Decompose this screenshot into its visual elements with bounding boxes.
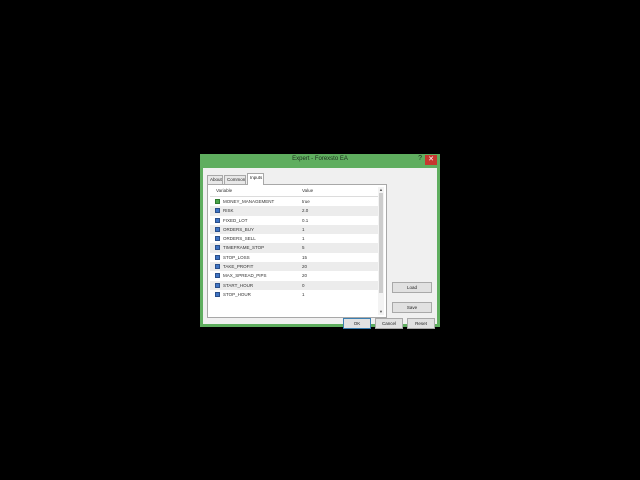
number-icon: [215, 264, 220, 270]
table-row[interactable]: ORDERS_BUY 1: [210, 224, 378, 235]
row-variable: MAX_SPREAD_PIPS: [223, 273, 267, 279]
number-icon: [215, 282, 220, 288]
scroll-thumb[interactable]: [379, 193, 383, 293]
row-variable: STOP_HOUR: [223, 291, 251, 297]
table-row[interactable]: STOP_HOUR 1: [210, 290, 378, 299]
row-value[interactable]: 20: [302, 273, 307, 278]
boolean-icon: [215, 199, 220, 204]
table-row[interactable]: FIXED_LOT 0.1: [210, 216, 378, 225]
row-variable: TIMEFRAME_STOP: [223, 245, 265, 251]
row-value[interactable]: 1: [302, 227, 305, 232]
table-row[interactable]: STOP_LOSS 15: [210, 253, 378, 262]
ok-button[interactable]: OK: [343, 318, 371, 329]
cancel-button[interactable]: Cancel: [375, 318, 403, 329]
tab-inputs[interactable]: Inputs: [247, 173, 264, 185]
column-header-value[interactable]: Value: [302, 188, 313, 193]
table-row[interactable]: START_HOUR 0: [210, 280, 378, 290]
reset-button[interactable]: Reset: [407, 318, 435, 329]
number-icon: [215, 236, 220, 242]
row-value[interactable]: 0: [302, 283, 305, 288]
expert-dialog: Expert - Forexsto EA ? ✕ About Common In…: [200, 154, 440, 329]
row-variable: FIXED_LOT: [223, 217, 248, 223]
tab-common[interactable]: Common: [224, 175, 246, 184]
window-title: Expert - Forexsto EA: [292, 156, 348, 162]
number-icon: [215, 273, 220, 279]
vertical-scrollbar[interactable]: ▲ ▼: [378, 187, 384, 315]
row-value[interactable]: true: [302, 199, 310, 204]
number-icon: [215, 208, 220, 214]
inputs-table: Variable Value MONEY_MANAGEMENT true RIS…: [210, 187, 378, 315]
row-value[interactable]: 1: [302, 292, 305, 297]
table-rows: MONEY_MANAGEMENT true RISK 2.0 FIXED_LOT…: [210, 197, 378, 299]
number-icon: [215, 217, 220, 223]
number-icon: [215, 254, 220, 260]
save-button[interactable]: Save: [392, 302, 432, 313]
row-variable: MONEY_MANAGEMENT: [223, 199, 275, 204]
row-variable: ORDERS_SELL: [223, 236, 256, 242]
dialog-client-area: About Common Inputs Variable Value MONEY…: [203, 168, 437, 329]
help-button[interactable]: ?: [418, 155, 422, 162]
row-value[interactable]: 0.1: [302, 218, 308, 223]
column-header-variable[interactable]: Variable: [216, 188, 232, 193]
row-variable: ORDERS_BUY: [223, 226, 255, 232]
table-row[interactable]: TAKE_PROFIT 20: [210, 262, 378, 272]
inputs-panel: Variable Value MONEY_MANAGEMENT true RIS…: [207, 184, 387, 318]
table-header: Variable Value: [210, 187, 378, 197]
number-icon: [215, 226, 220, 232]
row-value[interactable]: 5: [302, 245, 305, 250]
table-row[interactable]: RISK 2.0: [210, 206, 378, 216]
scroll-down-icon[interactable]: ▼: [378, 309, 384, 315]
row-variable: START_HOUR: [223, 282, 254, 288]
table-row[interactable]: ORDERS_SELL 1: [210, 234, 378, 243]
number-icon: [215, 291, 220, 297]
row-variable: TAKE_PROFIT: [223, 264, 254, 270]
close-button[interactable]: ✕: [425, 155, 437, 165]
row-value[interactable]: 20: [302, 264, 307, 269]
row-value[interactable]: 15: [302, 255, 307, 260]
table-row[interactable]: MAX_SPREAD_PIPS 20: [210, 271, 378, 280]
table-row[interactable]: MONEY_MANAGEMENT true: [210, 197, 378, 206]
row-value[interactable]: 1: [302, 236, 305, 241]
table-row[interactable]: TIMEFRAME_STOP 5: [210, 243, 378, 253]
tab-about[interactable]: About: [207, 175, 223, 184]
title-bar[interactable]: Expert - Forexsto EA ? ✕: [200, 154, 440, 168]
load-button[interactable]: Load: [392, 282, 432, 293]
row-value[interactable]: 2.0: [302, 208, 308, 213]
row-variable: STOP_LOSS: [223, 254, 250, 260]
number-icon: [215, 245, 220, 251]
row-variable: RISK: [223, 208, 234, 214]
